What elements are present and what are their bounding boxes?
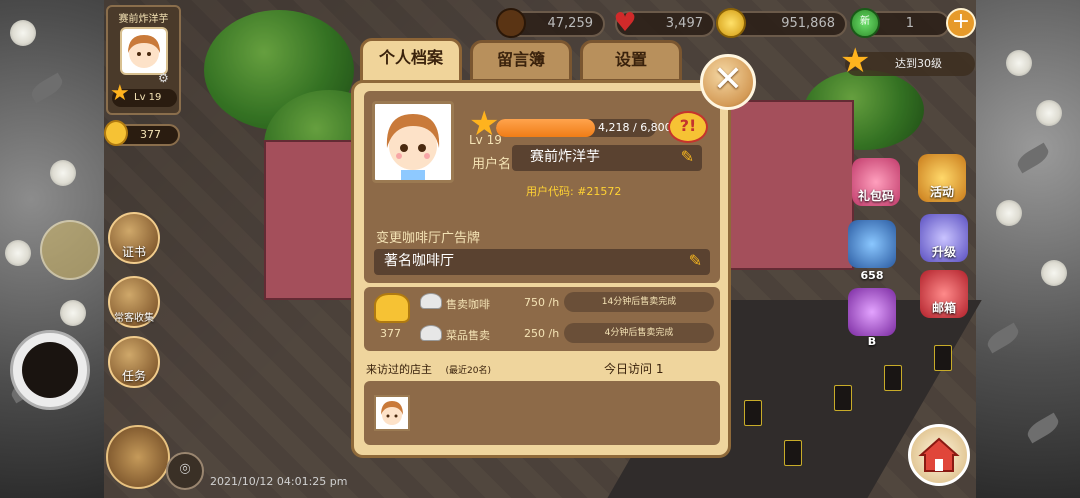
tasks-button[interactable]: 任务 — [108, 336, 160, 388]
coffee-shop-b-button[interactable]: B — [848, 288, 896, 348]
tab-guestbook[interactable]: 留言簿 — [470, 40, 572, 82]
today-visits: 今日访问 1 — [604, 362, 664, 376]
sales-panel: 377 售卖咖啡 750 /h 14分钟后售卖完成 菜品售卖 250 /h 4分… — [364, 287, 720, 351]
sales-gold-count: 377 — [380, 327, 401, 340]
dessert-sale-status: 4分钟后售卖完成 — [564, 323, 714, 343]
gold-crown-icon — [104, 120, 128, 146]
coffee-cup-icon — [420, 293, 442, 309]
coffee-sale-status: 14分钟后售卖完成 — [564, 292, 714, 312]
settings-gear-icon[interactable]: ⚙ — [158, 71, 169, 85]
events-button[interactable]: 活动 — [918, 154, 966, 202]
bonus-badge-icon[interactable]: ?! — [668, 111, 708, 143]
dialog-avatar — [372, 101, 454, 183]
home-icon — [918, 437, 960, 472]
timestamp: 2021/10/12 04:01:25 pm — [210, 475, 348, 488]
coin-icon — [716, 8, 746, 38]
coffee-sale-label: 售卖咖啡 — [446, 298, 490, 311]
right-background-decoration — [976, 0, 1080, 498]
friends-button[interactable] — [106, 425, 170, 489]
shop-button[interactable]: 658 — [848, 220, 896, 282]
visitor-avatar[interactable] — [374, 395, 410, 431]
close-dialog-button[interactable]: ✕ — [700, 54, 756, 110]
mailbox-button[interactable]: 邮箱 — [920, 270, 968, 318]
username-label: 用户名 — [472, 157, 512, 172]
profile-card[interactable]: 赛前炸洋芋 ⚙ Lv 19 ★ — [106, 5, 181, 115]
certificate-button[interactable]: 证书 — [108, 212, 160, 264]
xp-progress-fill — [496, 119, 596, 137]
ad-sign-label: 变更咖啡厅广告牌 — [376, 231, 481, 246]
profile-avatar — [120, 27, 168, 75]
gem-icon: 新 — [850, 8, 880, 38]
profile-dialog: ★ Lv 19 4,218 / 6,800 ?! 用户名 赛前炸洋芋 ✎ 用户代… — [351, 80, 731, 458]
edit-username-pencil-icon[interactable]: ✎ — [681, 148, 694, 166]
translucent-bubble-icon — [40, 220, 100, 280]
profile-level-star-icon: ★ — [110, 81, 130, 106]
gift-code-button[interactable]: 礼包码 — [852, 158, 900, 206]
dialog-level: Lv 19 — [469, 133, 502, 147]
tab-settings[interactable]: 设置 — [580, 40, 682, 82]
coffee-bean-icon — [496, 8, 526, 38]
gold-crown-large-icon — [374, 293, 410, 323]
visitors-list — [364, 381, 720, 445]
dessert-sale-rate: 250 /h — [524, 327, 560, 340]
coffee-sale-rate: 750 /h — [524, 296, 560, 309]
add-gems-button[interactable]: + — [946, 8, 976, 38]
tab-profile[interactable]: 个人档案 — [360, 38, 462, 84]
home-button[interactable] — [908, 424, 970, 486]
regulars-collection-button[interactable]: 常客收集 — [108, 276, 160, 328]
edit-ad-sign-pencil-icon[interactable]: ✎ — [689, 252, 702, 270]
profile-card-name: 赛前炸洋芋 — [118, 14, 169, 25]
xp-text: 4,218 / 6,800 — [598, 121, 672, 134]
dessert-sale-label: 菜品售卖 — [446, 329, 490, 342]
visitors-label: 来访过的店主 (最近20名) — [366, 363, 491, 376]
dessert-cloche-icon — [420, 325, 442, 341]
gem-new-badge: 新 — [860, 16, 870, 27]
level-goal-star-icon: ★ — [840, 41, 871, 81]
ad-sign-field[interactable]: 著名咖啡厅 ✎ — [374, 249, 710, 275]
username-field[interactable]: 赛前炸洋芋 ✎ — [512, 145, 702, 171]
profile-info-panel: ★ Lv 19 4,218 / 6,800 ?! 用户名 赛前炸洋芋 ✎ 用户代… — [364, 91, 720, 283]
upgrade-button[interactable]: 升级 — [920, 214, 968, 262]
user-code: 用户代码: #21572 — [526, 185, 622, 198]
camera-button[interactable]: ⌾ — [166, 452, 204, 490]
heart-icon: ♥ — [613, 8, 637, 38]
